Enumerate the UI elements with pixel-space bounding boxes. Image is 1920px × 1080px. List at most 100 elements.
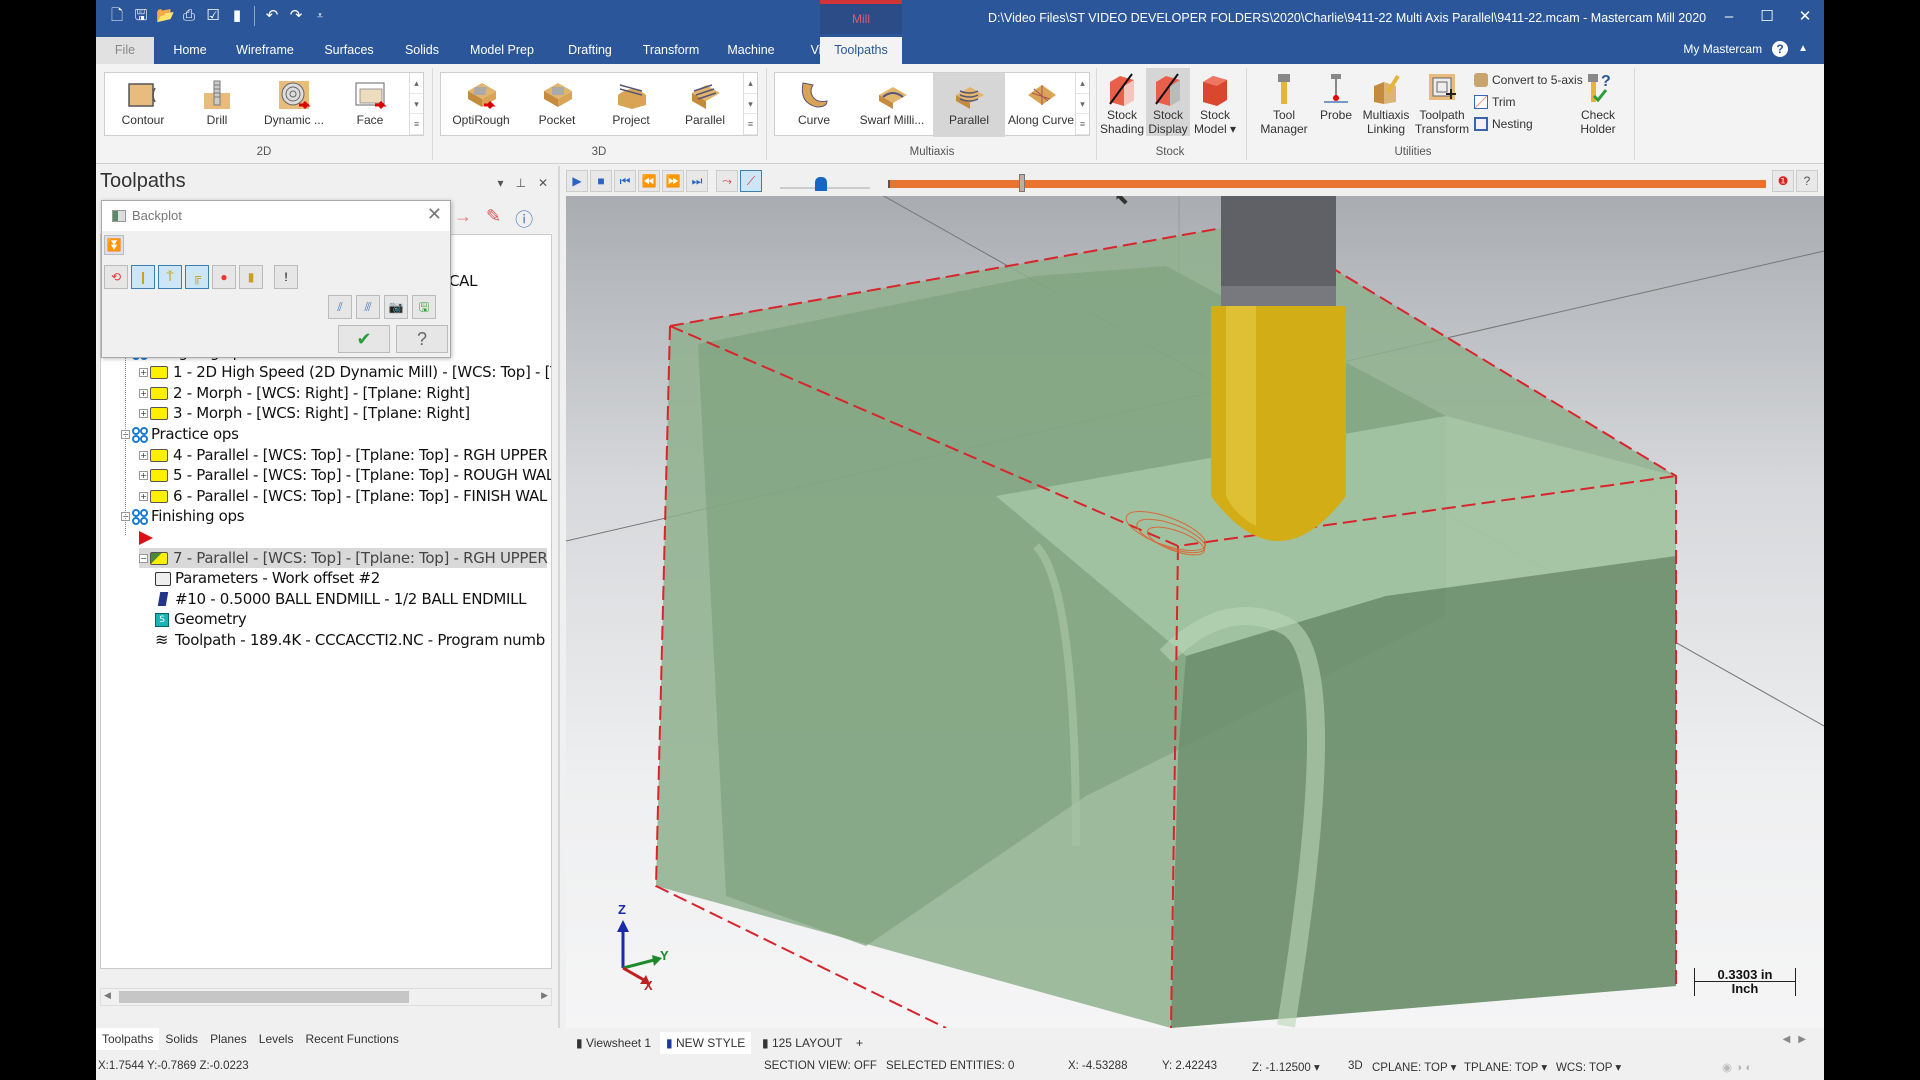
collision-warning-icon[interactable]: ❶: [1772, 170, 1794, 192]
shading-mode-icons[interactable]: ◉ ◑ ◐: [1722, 1060, 1752, 1074]
show-rapid-icon[interactable]: ╔: [185, 265, 209, 289]
tab-surfaces[interactable]: Surfaces: [310, 37, 388, 64]
tab-file[interactable]: File: [96, 37, 154, 64]
speed-slider-thumb[interactable]: [814, 177, 827, 191]
new-file-icon[interactable]: 🗋: [108, 7, 126, 25]
close-button[interactable]: ✕: [1786, 0, 1824, 34]
gallery-3d-scroll[interactable]: ▴ ▾ ≡: [743, 73, 757, 135]
backplot-titlebar[interactable]: Backplot ✕: [102, 201, 450, 231]
nesting-button[interactable]: Nesting: [1474, 115, 1533, 133]
tplane-selector[interactable]: TPLANE: TOP ▾: [1464, 1060, 1547, 1074]
tree-item[interactable]: Parameters - Work offset #2: [155, 568, 380, 588]
save-icon[interactable]: 🖫: [132, 7, 150, 25]
tab-transform[interactable]: Transform: [632, 37, 710, 64]
collapse-ribbon-icon[interactable]: ▲: [1798, 34, 1808, 64]
view-mode-3d[interactable]: 3D: [1348, 1060, 1363, 1072]
first-button[interactable]: ⏮: [614, 170, 636, 192]
parallel-multiaxis-button[interactable]: Parallel: [933, 73, 1005, 137]
expand-toggle[interactable]: +: [139, 491, 148, 501]
along-curve-button[interactable]: Along Curve: [1007, 73, 1075, 137]
scroll-left-icon[interactable]: ◀: [104, 990, 111, 1001]
tree-item[interactable]: +1 - 2D High Speed (2D Dynamic Mill) - […: [139, 362, 551, 382]
expand-toggle[interactable]: +: [139, 409, 148, 419]
redo-icon[interactable]: ↷: [287, 7, 305, 25]
undo-icon[interactable]: ↶: [263, 7, 281, 25]
x-coordinate[interactable]: X: -4.53288: [1068, 1060, 1127, 1072]
manager-tab-planes[interactable]: Planes: [204, 1028, 253, 1050]
tab-home[interactable]: Home: [160, 37, 220, 64]
show-tool-icon[interactable]: ❙: [131, 265, 155, 289]
help-icon[interactable]: ?: [1772, 41, 1789, 57]
toolbar-arrow-icon[interactable]: →: [454, 206, 472, 232]
multiaxis-linking-button[interactable]: Multiaxis Linking: [1360, 68, 1412, 136]
stock-shading-button[interactable]: Stock Shading: [1100, 68, 1144, 136]
print-icon[interactable]: ⎙: [180, 7, 198, 25]
open-icon[interactable]: 📂: [156, 7, 175, 25]
viewsheet-scroll-arrows[interactable]: ◀▶: [1783, 1034, 1814, 1045]
maximize-button[interactable]: ☐: [1748, 0, 1786, 34]
expand-toggle[interactable]: +: [139, 450, 148, 460]
manager-tab-levels[interactable]: Levels: [253, 1028, 300, 1050]
face-button[interactable]: Face: [335, 73, 405, 137]
my-mastercam-link[interactable]: My Mastercam: [1683, 34, 1762, 64]
play-button[interactable]: ▶: [566, 170, 588, 192]
tab-wireframe[interactable]: Wireframe: [224, 37, 306, 64]
trace-icon[interactable]: ⫽: [328, 295, 352, 319]
manager-tab-solids[interactable]: Solids: [159, 1028, 204, 1050]
tree-item[interactable]: +6 - Parallel - [WCS: Top] - [Tplane: To…: [139, 486, 547, 506]
z-depth[interactable]: Z: -1.12500 ▾: [1252, 1060, 1320, 1074]
tree-item[interactable]: +3 - Morph - [WCS: Right] - [Tplane: Rig…: [139, 403, 470, 423]
trim-button[interactable]: Trim: [1474, 93, 1516, 111]
screenshot-icon[interactable]: 📷: [384, 295, 408, 319]
trace-all-icon[interactable]: ⫻: [356, 295, 380, 319]
cplane-selector[interactable]: CPLANE: TOP ▾: [1372, 1060, 1456, 1074]
pocket-3d-button[interactable]: Pocket: [521, 73, 593, 137]
tree-item[interactable]: #10 - 0.5000 BALL ENDMILL - 1/2 BALL END…: [155, 589, 527, 609]
probe-button[interactable]: Probe: [1314, 68, 1358, 136]
last-button[interactable]: ⏭: [686, 170, 708, 192]
tree-item[interactable]: +2 - Morph - [WCS: Right] - [Tplane: Rig…: [139, 383, 470, 403]
tab-model-prep[interactable]: Model Prep: [456, 37, 548, 64]
drill-button[interactable]: Drill: [181, 73, 253, 137]
speed-slider[interactable]: [780, 177, 870, 191]
toolbar-edit-icon[interactable]: ✎: [486, 206, 501, 232]
toolpath-transform-button[interactable]: Toolpath Transform: [1414, 68, 1470, 136]
step-forward-button[interactable]: ⏩: [662, 170, 684, 192]
manager-tab-recent-functions[interactable]: Recent Functions: [299, 1028, 404, 1050]
stock-model-button[interactable]: Stock Model ▾: [1192, 68, 1238, 136]
tab-drafting[interactable]: Drafting: [554, 37, 626, 64]
stop-button[interactable]: ■: [590, 170, 612, 192]
ok-button[interactable]: ✔: [338, 325, 390, 353]
progress-slider[interactable]: [888, 174, 1766, 192]
cycle-icon[interactable]: ⟲: [104, 265, 128, 289]
save-as-icon[interactable]: ☑: [204, 7, 222, 25]
tab-toolpaths[interactable]: Toolpaths: [820, 37, 902, 64]
swarf-milling-button[interactable]: Swarf Milli...: [853, 73, 931, 137]
graphics-viewport[interactable]: Z Y X 0.3303 in Inch ⬉: [566, 196, 1824, 1028]
tree-item[interactable]: S Geometry: [155, 609, 247, 629]
expand-dialog-icon[interactable]: ⏬: [104, 235, 124, 255]
tree-item[interactable]: − Finishing ops: [121, 506, 245, 526]
viewsheet-tab-125-layout[interactable]: ▮ 125 LAYOUT: [756, 1032, 848, 1054]
tool-manager-button[interactable]: Tool Manager: [1256, 68, 1312, 136]
section-view-status[interactable]: SECTION VIEW: OFF: [764, 1060, 877, 1072]
help-button[interactable]: ?: [396, 325, 448, 353]
clipboard-icon[interactable]: ▮: [228, 7, 246, 25]
path-toggle-button[interactable]: ⤳: [716, 170, 738, 192]
expand-toggle[interactable]: +: [139, 368, 148, 378]
tree-item[interactable]: − 7 - Parallel - [WCS: Top] - [Tplane: To…: [139, 547, 548, 568]
collapse-toggle[interactable]: −: [139, 553, 148, 563]
tree-item[interactable]: − Practice ops: [121, 424, 239, 444]
minimize-button[interactable]: –: [1710, 0, 1748, 34]
add-viewsheet-button[interactable]: +: [850, 1032, 869, 1054]
insert-arrow-icon[interactable]: [139, 530, 153, 545]
convert-to-5axis-button[interactable]: Convert to 5-axis: [1474, 71, 1583, 89]
playback-help-icon[interactable]: ?: [1796, 170, 1818, 192]
verify-icon[interactable]: !: [274, 265, 298, 289]
tree-item[interactable]: [139, 527, 153, 547]
dynamic-button[interactable]: Dynamic ...: [255, 73, 333, 137]
step-back-button[interactable]: ⏪: [638, 170, 660, 192]
pin-icon[interactable]: ⊥: [515, 176, 525, 190]
scrollbar-thumb[interactable]: [119, 991, 409, 1003]
tree-item[interactable]: ≋ Toolpath - 189.4K - CCCACCTI2.NC - Prog…: [155, 630, 545, 650]
